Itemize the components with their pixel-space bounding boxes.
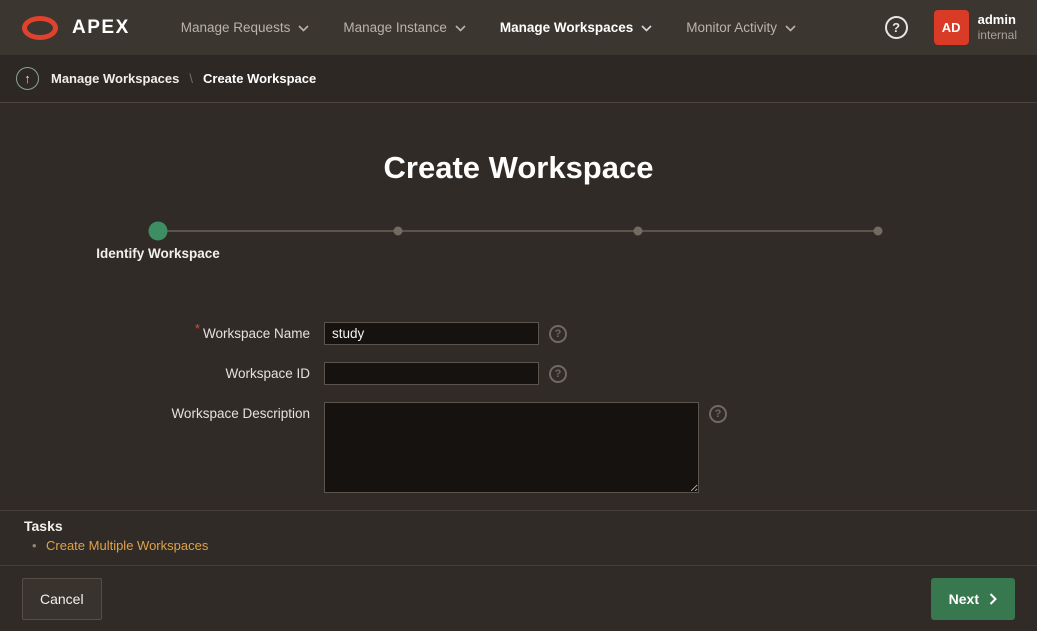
tasks-list: Create Multiple Workspaces: [24, 538, 1013, 553]
workspace-form: *Workspace Name ? Workspace ID ? Workspa…: [0, 322, 1037, 493]
nav-item-label: Monitor Activity: [686, 20, 777, 35]
form-row-workspace-id: Workspace ID ?: [0, 362, 1037, 385]
create-multiple-workspaces-link[interactable]: Create Multiple Workspaces: [46, 538, 208, 553]
chevron-down-icon: [785, 25, 796, 32]
form-row-workspace-name: *Workspace Name ?: [0, 322, 1037, 345]
chevron-down-icon: [641, 25, 652, 32]
workspace-description-label: Workspace Description: [171, 406, 310, 421]
form-row-workspace-description: Workspace Description ?: [0, 402, 1037, 493]
workspace-id-help-icon[interactable]: ?: [549, 365, 567, 383]
help-icon[interactable]: ?: [885, 16, 908, 39]
page-title: Create Workspace: [0, 150, 1037, 186]
oracle-logo-icon: [22, 16, 58, 40]
user-avatar[interactable]: AD: [934, 10, 969, 45]
top-navbar: APEX Manage Requests Manage Instance Man…: [0, 0, 1037, 55]
up-arrow-icon[interactable]: ↑: [16, 67, 39, 90]
required-marker: *: [195, 321, 200, 336]
chevron-right-icon: [989, 593, 997, 605]
wizard-current-step-label: Identify Workspace: [96, 246, 220, 261]
workspace-name-input[interactable]: [324, 322, 539, 345]
nav-item-manage-requests[interactable]: Manage Requests: [169, 0, 322, 55]
wizard-step-1-dot: [149, 222, 168, 241]
workspace-name-label-cell: *Workspace Name: [0, 322, 310, 341]
breadcrumb-separator: \: [189, 71, 193, 86]
next-button[interactable]: Next: [931, 578, 1015, 620]
workspace-name-label: Workspace Name: [203, 326, 310, 341]
workspace-id-label: Workspace ID: [225, 366, 310, 381]
chevron-down-icon: [455, 25, 466, 32]
nav-item-monitor-activity[interactable]: Monitor Activity: [674, 0, 808, 55]
main-content: Create Workspace Identify Workspace *Wor…: [0, 103, 1037, 510]
wizard-progress: Identify Workspace: [0, 222, 1037, 284]
nav-item-manage-instance[interactable]: Manage Instance: [331, 0, 478, 55]
breadcrumb: ↑ Manage Workspaces \ Create Workspace: [0, 55, 1037, 103]
workspace-id-label-cell: Workspace ID: [0, 362, 310, 381]
workspace-description-label-cell: Workspace Description: [0, 402, 310, 421]
workspace-name-control: ?: [324, 322, 567, 345]
nav-item-label: Manage Instance: [343, 20, 447, 35]
wizard-step-2-dot: [394, 227, 403, 236]
user-scope: internal: [978, 28, 1017, 43]
brand-apex: APEX: [72, 17, 130, 39]
breadcrumb-parent[interactable]: Manage Workspaces: [51, 71, 179, 86]
user-info[interactable]: admin internal: [978, 12, 1017, 43]
workspace-description-textarea[interactable]: [324, 402, 699, 493]
next-button-label: Next: [949, 591, 979, 607]
workspace-name-help-icon[interactable]: ?: [549, 325, 567, 343]
user-name: admin: [978, 12, 1017, 28]
nav-item-label: Manage Requests: [181, 20, 291, 35]
cancel-button[interactable]: Cancel: [22, 578, 102, 620]
tasks-region: Tasks Create Multiple Workspaces: [0, 510, 1037, 565]
chevron-down-icon: [298, 25, 309, 32]
workspace-description-control: ?: [324, 402, 727, 493]
wizard-step-4-dot: [874, 227, 883, 236]
nav-item-label: Manage Workspaces: [500, 20, 633, 35]
nav-item-manage-workspaces[interactable]: Manage Workspaces: [488, 0, 664, 55]
breadcrumb-current: Create Workspace: [203, 71, 316, 86]
wizard-track-line: [158, 230, 878, 232]
tasks-list-item: Create Multiple Workspaces: [46, 538, 1013, 553]
workspace-id-input[interactable]: [324, 362, 539, 385]
tasks-heading: Tasks: [24, 518, 1013, 534]
wizard-button-bar: Cancel Next: [0, 565, 1037, 631]
create-workspace-page: { "navbar": { "brand": "APEX", "items": …: [0, 0, 1037, 624]
wizard-step-3-dot: [634, 227, 643, 236]
workspace-description-help-icon[interactable]: ?: [709, 405, 727, 423]
workspace-id-control: ?: [324, 362, 567, 385]
